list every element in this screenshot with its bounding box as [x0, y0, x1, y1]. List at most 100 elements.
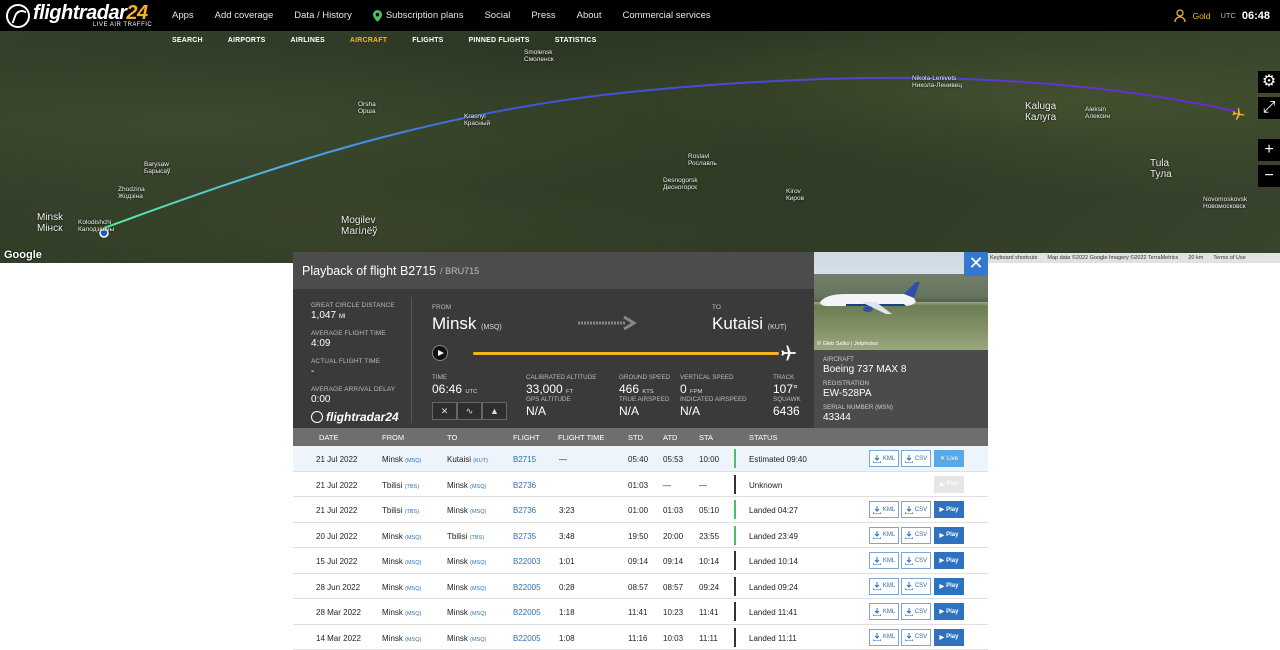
airport-code[interactable]: (TBS) — [470, 535, 484, 541]
photo-credit[interactable]: © Gleb Salko | Jetphotos — [817, 341, 878, 347]
airplane-icon[interactable] — [775, 343, 801, 363]
keyboard-shortcuts-link[interactable]: Keyboard shortcuts — [990, 255, 1037, 261]
download-kml-button[interactable]: KML — [869, 578, 899, 595]
nav-data-history[interactable]: Data / History — [294, 10, 352, 21]
download-csv-button[interactable]: CSV — [901, 450, 931, 467]
download-csv-button[interactable]: CSV — [901, 629, 931, 646]
airport-code[interactable]: (MSQ) — [470, 484, 486, 490]
airport-code[interactable]: (MSQ) — [470, 611, 486, 617]
airport-code[interactable]: (MSQ) — [405, 458, 421, 464]
table-row[interactable]: 21 Jul 2022Minsk (MSQ)Kutaisi (KUT)B2715… — [293, 446, 988, 472]
airport-code[interactable]: (KUT) — [473, 458, 488, 464]
ground-speed: GROUND SPEED 466 KTS TRUE AIRSPEED N/A — [619, 374, 670, 418]
fullscreen-icon[interactable]: ⤢ — [1258, 97, 1280, 119]
flight-history-table: DATE FROM TO FLIGHT FLIGHT TIME STD ATD … — [293, 428, 988, 650]
airport-code[interactable]: (MSQ) — [470, 509, 486, 515]
subnav-pinned-flights[interactable]: PINNED FLIGHTS — [469, 37, 530, 44]
nav-press[interactable]: Press — [531, 10, 555, 21]
nav-apps[interactable]: Apps — [172, 10, 194, 21]
settings-gear-icon[interactable]: ⚙ — [1258, 71, 1280, 93]
column-header: TO — [447, 433, 457, 442]
download-csv-button[interactable]: CSV — [901, 527, 931, 544]
flight-number-link[interactable]: B22005 — [513, 634, 541, 643]
user-icon[interactable] — [1174, 9, 1186, 22]
download-csv-button[interactable]: CSV — [901, 552, 931, 569]
playback-play-button[interactable] — [432, 345, 448, 361]
download-kml-button[interactable]: KML — [869, 603, 899, 620]
terms-of-use-link[interactable]: Terms of Use — [1213, 255, 1245, 261]
download-csv-button[interactable]: CSV — [901, 603, 931, 620]
airport-code[interactable]: (MSQ) — [470, 560, 486, 566]
map[interactable]: SEARCH AIRPORTS AIRLINES AIRCRAFT FLIGHT… — [0, 31, 1280, 263]
airport-code[interactable]: (MSQ) — [405, 611, 421, 617]
table-row[interactable]: 20 Jul 2022Minsk (MSQ)Tbilisi (TBS)B2735… — [293, 523, 988, 549]
nav-about[interactable]: About — [577, 10, 602, 21]
to-label: TO — [712, 304, 721, 311]
play-button[interactable]: ▶Play — [934, 552, 964, 569]
airport-code[interactable]: (MSQ) — [405, 586, 421, 592]
user-tier[interactable]: Gold — [1192, 11, 1210, 21]
download-csv-button[interactable]: CSV — [901, 501, 931, 518]
aircraft-marker-icon[interactable] — [1230, 106, 1246, 122]
airport-code[interactable]: (MSQ) — [470, 637, 486, 643]
flight-number-link[interactable]: B2735 — [513, 532, 536, 541]
download-csv-button[interactable]: CSV — [901, 578, 931, 595]
subnav-flights[interactable]: FLIGHTS — [412, 37, 443, 44]
airport-code[interactable]: (MSQ) — [470, 586, 486, 592]
action-label: Live — [947, 456, 958, 462]
flight-number-link[interactable]: B2736 — [513, 506, 536, 515]
table-row[interactable]: 15 Jul 2022Minsk (MSQ)Minsk (MSQ)B220031… — [293, 548, 988, 574]
flightradar24-logo[interactable]: flightradar24 LIVE AIR TRAFFIC — [6, 3, 152, 28]
flight-number-link[interactable]: B2715 — [513, 455, 536, 464]
play-button[interactable]: ▶Play — [934, 476, 964, 493]
close-icon[interactable]: ✕ — [964, 252, 988, 276]
subnav-aircraft[interactable]: AIRCRAFT — [350, 37, 387, 44]
download-kml-button[interactable]: KML — [869, 501, 899, 518]
zoom-in-icon[interactable]: + — [1258, 139, 1280, 161]
subnav-airlines[interactable]: AIRLINES — [291, 37, 325, 44]
table-row[interactable]: 21 Jul 2022Tbilisi (TBS)Minsk (MSQ)B2736… — [293, 497, 988, 523]
subnav-statistics[interactable]: STATISTICS — [555, 37, 597, 44]
aircraft-photo[interactable]: © Gleb Salko | Jetphotos ✕ — [814, 252, 988, 350]
csv-label: CSV — [915, 558, 927, 564]
std-cell-text: 01:00 — [628, 506, 648, 515]
nav-add-coverage[interactable]: Add coverage — [215, 10, 274, 21]
airport-code[interactable]: (TBS) — [405, 484, 419, 490]
airport-code[interactable]: (MSQ) — [405, 535, 421, 541]
play-button[interactable]: ▶Play — [934, 527, 964, 544]
subnav-search[interactable]: SEARCH — [172, 37, 203, 44]
table-row[interactable]: 28 Mar 2022Minsk (MSQ)Minsk (MSQ)B220051… — [293, 599, 988, 625]
live-button[interactable]: ✕Live — [934, 450, 964, 467]
flight-number-link[interactable]: B22005 — [513, 608, 541, 617]
download-kml-button[interactable]: KML — [869, 450, 899, 467]
column-header: STA — [699, 433, 713, 442]
download-kml-button[interactable]: KML — [869, 629, 899, 646]
nav-subscription-plans[interactable]: Subscription plans — [373, 10, 464, 22]
route-view-icon[interactable]: ∿ — [457, 402, 482, 420]
flight-number-link[interactable]: B2736 — [513, 481, 536, 490]
subnav-airports[interactable]: AIRPORTS — [228, 37, 266, 44]
satellite-view-icon[interactable]: ✕ — [432, 402, 457, 420]
registration-value[interactable]: EW-528PA — [823, 388, 906, 399]
main-nav: Apps Add coverage Data / History Subscri… — [172, 0, 732, 31]
table-row[interactable]: 14 Mar 2022Minsk (MSQ)Minsk (MSQ)B220051… — [293, 625, 988, 650]
play-button[interactable]: ▶Play — [934, 501, 964, 518]
play-button[interactable]: ▶Play — [934, 578, 964, 595]
airport-code[interactable]: (TBS) — [405, 509, 419, 515]
table-row[interactable]: 21 Jul 2022Tbilisi (TBS)Minsk (MSQ)B2736… — [293, 472, 988, 498]
download-kml-button[interactable]: KML — [869, 552, 899, 569]
playback-progress-bar[interactable] — [473, 352, 779, 355]
nav-commercial-services[interactable]: Commercial services — [622, 10, 710, 21]
nav-social[interactable]: Social — [484, 10, 510, 21]
play-button[interactable]: ▶Play — [934, 603, 964, 620]
zoom-out-icon[interactable]: − — [1258, 165, 1280, 187]
altitude-graph-icon[interactable]: ▲ — [482, 402, 507, 420]
airport-code[interactable]: (MSQ) — [405, 637, 421, 643]
play-button[interactable]: ▶Play — [934, 629, 964, 646]
table-row[interactable]: 28 Jun 2022Minsk (MSQ)Minsk (MSQ)B220050… — [293, 574, 988, 600]
download-kml-button[interactable]: KML — [869, 527, 899, 544]
airport-code[interactable]: (MSQ) — [405, 560, 421, 566]
flight-number-link[interactable]: B22003 — [513, 557, 541, 566]
flight-number-link[interactable]: B22005 — [513, 583, 541, 592]
date-cell-text: 28 Mar 2022 — [316, 608, 361, 617]
